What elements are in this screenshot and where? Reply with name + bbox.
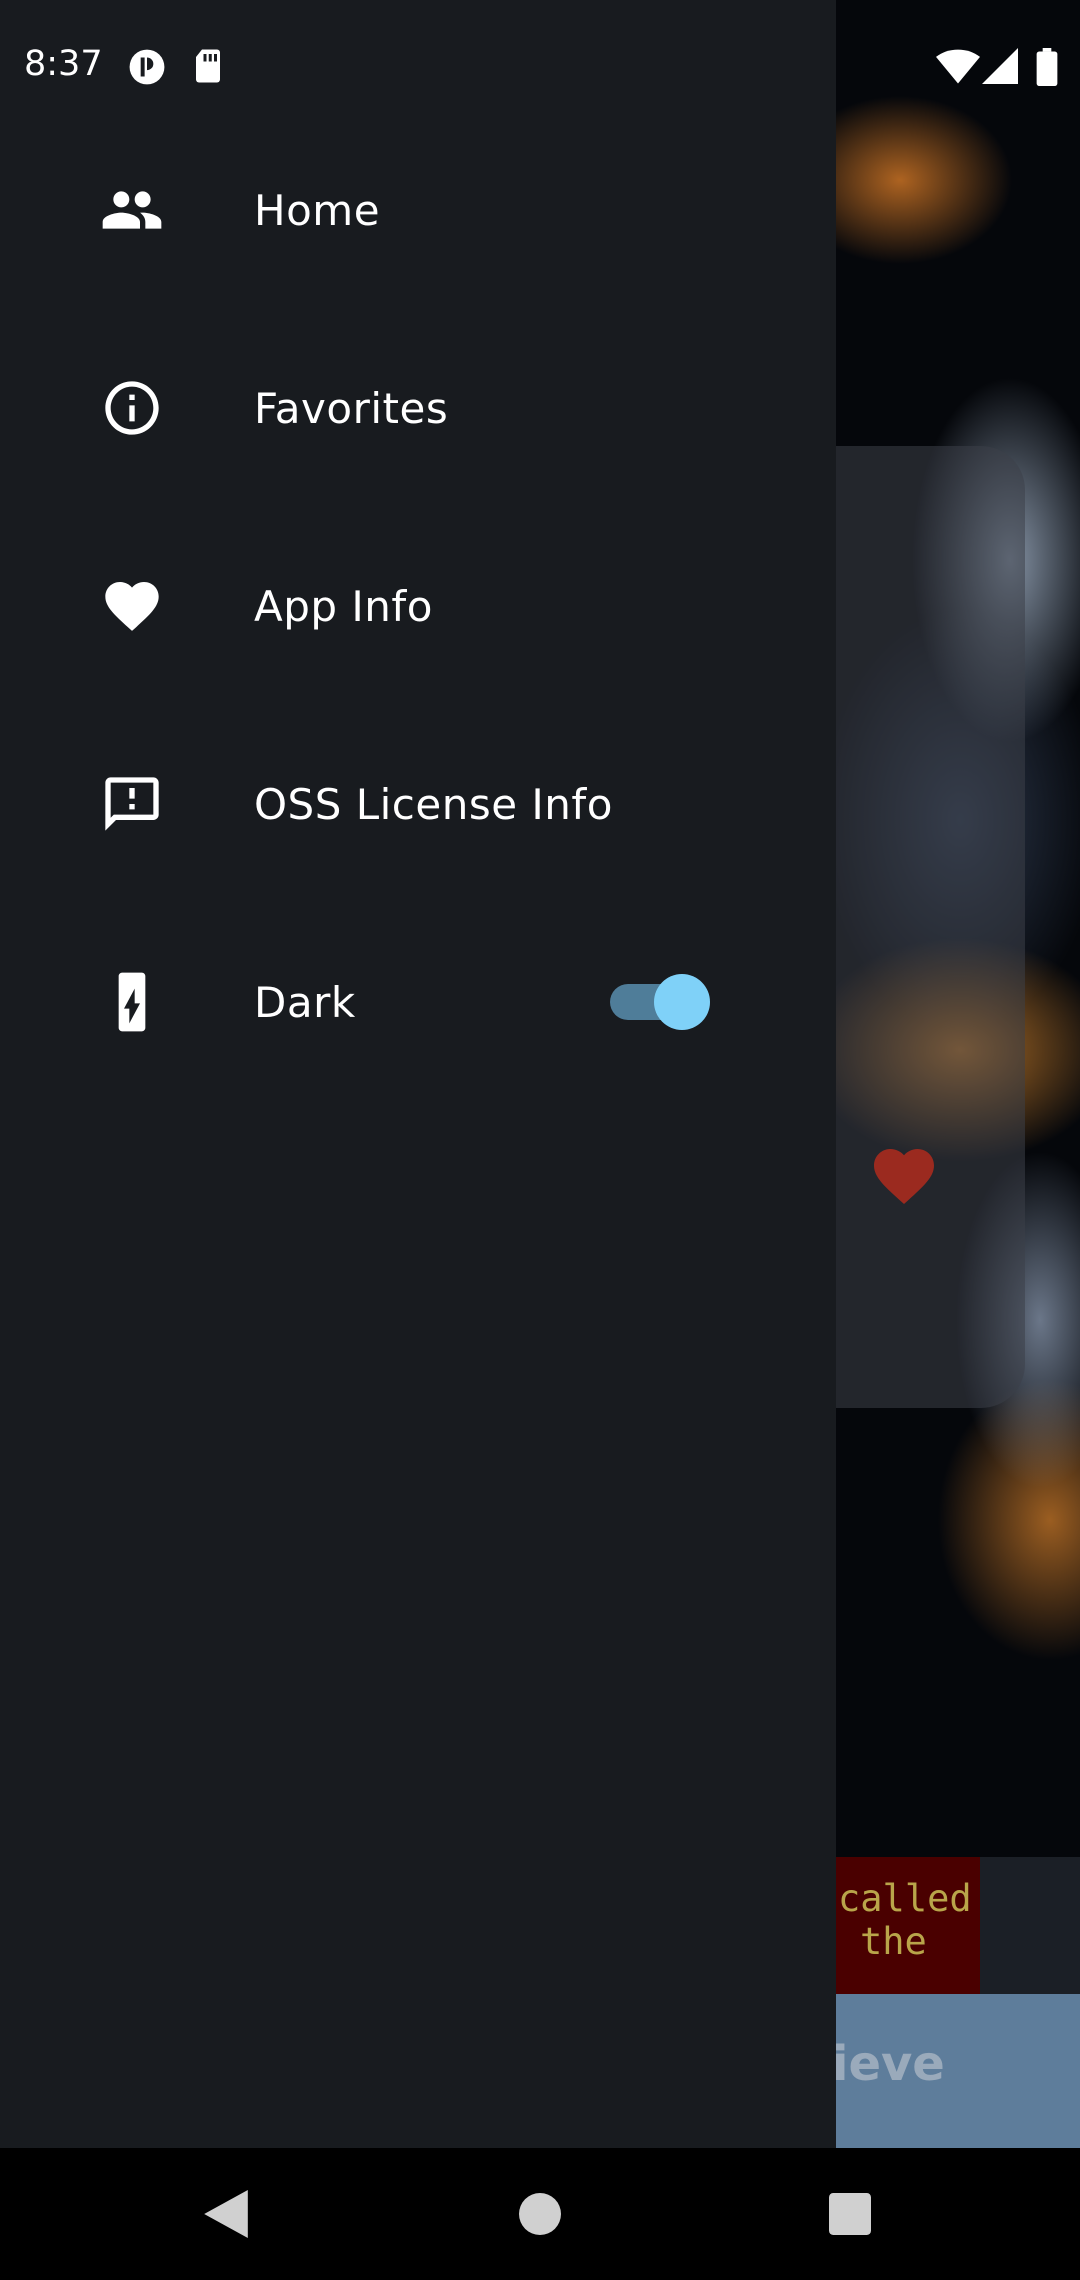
system-navigation-bar: [0, 2148, 1080, 2280]
status-bar: 8:37: [0, 0, 1080, 134]
app-notification-icon: [129, 49, 165, 85]
background-code-line: called: [838, 1877, 972, 1920]
drawer-item-label: OSS License Info: [254, 779, 613, 829]
drawer-item-label: App Info: [254, 581, 433, 631]
status-time: 8:37: [24, 44, 103, 84]
people-icon: [100, 178, 164, 242]
toggle-thumb: [654, 974, 710, 1030]
drawer-item-label: Dark: [254, 977, 356, 1027]
background-code-line: the: [860, 1920, 927, 1963]
drawer-item-dark[interactable]: Dark: [0, 903, 836, 1101]
drawer-item-label: Favorites: [254, 383, 449, 433]
heart-icon: [100, 574, 164, 638]
recents-icon[interactable]: [814, 2178, 886, 2250]
background-code-block: called the: [832, 1857, 980, 1994]
drawer-item-label: Home: [254, 185, 381, 235]
drawer-item-favorites[interactable]: Favorites: [0, 309, 836, 507]
battery-icon: [1036, 48, 1058, 86]
screen: g the and his dren— nd called the ieve H…: [0, 0, 1080, 2280]
home-icon[interactable]: [504, 2178, 576, 2250]
info-icon: [100, 376, 164, 440]
phone-charging-icon: [100, 970, 164, 1034]
drawer-item-home[interactable]: Home: [0, 111, 836, 309]
feedback-icon: [100, 772, 164, 836]
drawer-item-app-info[interactable]: App Info: [0, 507, 836, 705]
sd-card-icon: [196, 49, 220, 83]
background-button-label: ieve: [832, 2036, 945, 2092]
navigation-drawer: Home Favorites App Info OSS License Info: [0, 0, 836, 2148]
signal-icon: [982, 48, 1018, 84]
dark-mode-toggle[interactable]: [610, 974, 710, 1030]
back-icon[interactable]: [190, 2178, 262, 2250]
drawer-item-oss-license-info[interactable]: OSS License Info: [0, 705, 836, 903]
wifi-icon: [936, 49, 980, 84]
background-heart-icon: [874, 1149, 934, 1205]
